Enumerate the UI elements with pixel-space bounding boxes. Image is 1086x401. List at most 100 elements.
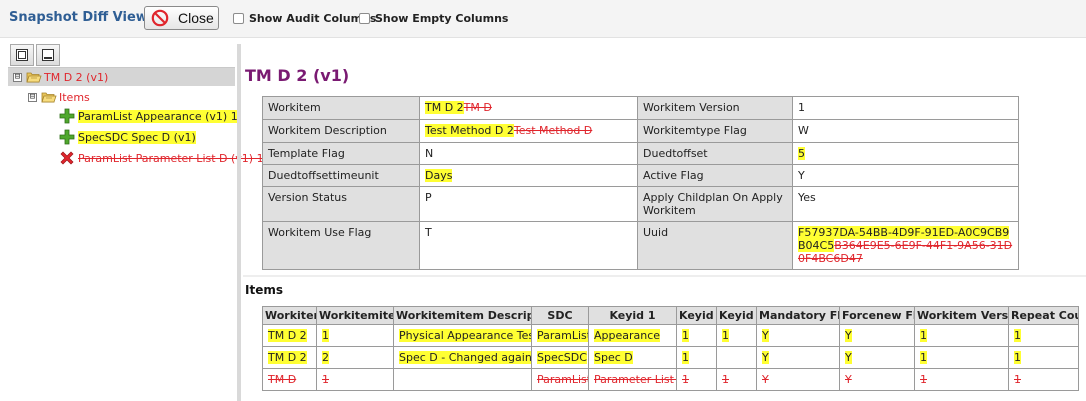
old-value: Test Method D (513, 124, 593, 137)
cell-value: 2 (322, 351, 329, 364)
folder-open-icon (41, 92, 57, 103)
attr-label: Apply Childplan On Apply Workitem (637, 186, 793, 222)
collapse-all-button[interactable] (36, 44, 60, 66)
show-audit-columns-checkbox[interactable]: Show Audit Columns (233, 12, 376, 25)
cell-value: 1 (682, 329, 689, 342)
checkbox-box[interactable] (233, 13, 244, 24)
table-cell: 1 (914, 368, 1009, 391)
cell-value: 1 (682, 373, 689, 386)
cell-value: TM D (268, 373, 297, 386)
tree-leaf-added[interactable]: SpecSDC Spec D (v1) (59, 128, 196, 146)
close-button[interactable]: Close (144, 6, 219, 30)
cell-value: Y (762, 373, 769, 386)
tree-leaf-added[interactable]: ParamList Appearance (v1) 1 (59, 107, 238, 125)
cell-value: Spec D - Changed again (399, 351, 532, 364)
column-header: Keyid 3 (716, 306, 757, 325)
page-title: TM D 2 (v1) (245, 66, 350, 85)
tree-node-items[interactable]: ⊟ Items (28, 88, 90, 106)
plus-icon (59, 108, 75, 124)
attr-label: Workitem (262, 96, 420, 120)
expand-all-button[interactable] (10, 44, 34, 66)
attr-label: Uuid (637, 221, 793, 270)
cell-value: Parameter List D (594, 373, 676, 386)
table-cell: ParamList (531, 368, 589, 391)
table-cell: Y (756, 346, 840, 369)
table-row: TM D 2 1 Physical Appearance Test ParamL… (262, 324, 1079, 347)
cell-value: 1 (920, 351, 927, 364)
table-cell: TM D (262, 368, 317, 391)
attr-value: TM D 2TM D (419, 96, 638, 120)
collapse-toggle-icon[interactable]: ⊟ (28, 92, 37, 102)
table-cell: 1 (914, 346, 1009, 369)
attr-value: W (792, 119, 1019, 143)
column-header: Workitem Version (914, 306, 1009, 325)
table-cell: 1 (914, 324, 1009, 347)
table-cell: Parameter List D (588, 368, 677, 391)
table-cell: 1 (676, 368, 717, 391)
table-cell: 1 (316, 324, 394, 347)
table-cell: Appearance (588, 324, 677, 347)
cell-value: 1 (1014, 351, 1021, 364)
plus-icon (59, 129, 75, 145)
section-divider (243, 275, 1086, 277)
table-cell: ParamList (531, 324, 589, 347)
tree-root-label: TM D 2 (v1) (44, 70, 109, 84)
attr-value: 5 (792, 142, 1019, 165)
cell-value: Y (845, 351, 852, 364)
table-cell (716, 346, 757, 369)
splitter[interactable] (237, 44, 241, 401)
items-table: Workitem Workitemitem Workitemitem Descr… (262, 306, 1079, 391)
tree-root-node[interactable]: ⊟ TM D 2 (v1) (8, 68, 235, 86)
cell-value: Spec D (594, 351, 633, 364)
table-cell: 1 (316, 368, 394, 391)
tree-leaf-deleted[interactable]: ParamList Parameter List D (v1) 1 (59, 149, 264, 167)
column-header: Workitemitem Description (393, 306, 532, 325)
close-button-label: Close (178, 10, 214, 26)
attr-value: Days (419, 164, 638, 187)
table-cell: Spec D (588, 346, 677, 369)
cell-value: Physical Appearance Test (399, 329, 531, 342)
table-row: TM D 2 2 Spec D - Changed again SpecSDC … (262, 346, 1079, 369)
table-cell: Y (756, 368, 840, 391)
show-audit-columns-label: Show Audit Columns (249, 12, 377, 25)
folder-open-icon (26, 72, 42, 83)
prohibited-icon (151, 9, 169, 27)
collapse-toggle-icon[interactable]: ⊟ (13, 72, 22, 82)
column-header: Keyid 2 (676, 306, 717, 325)
attr-label: Template Flag (262, 142, 420, 165)
minimize-window-icon (42, 49, 54, 61)
table-cell: Y (839, 368, 915, 391)
attr-value: N (419, 142, 638, 165)
table-cell: 2 (316, 346, 394, 369)
column-header: SDC (531, 306, 589, 325)
show-empty-columns-label: Show Empty Columns (375, 12, 509, 25)
attributes-table: Workitem TM D 2TM D Workitem Version 1 W… (262, 96, 1019, 270)
cell-value: 1 (322, 373, 329, 386)
cell-value: Appearance (594, 329, 661, 342)
table-cell: Spec D - Changed again (393, 346, 532, 369)
cell-value: 1 (722, 329, 729, 342)
new-value: 5 (798, 147, 805, 160)
cell-value: Y (845, 373, 852, 386)
table-cell: 1 (716, 324, 757, 347)
checkbox-box[interactable] (359, 13, 370, 24)
table-cell (393, 368, 532, 391)
attr-value: T (419, 221, 638, 270)
show-empty-columns-checkbox[interactable]: Show Empty Columns (359, 12, 508, 25)
table-cell: 1 (676, 346, 717, 369)
table-cell: 1 (676, 324, 717, 347)
window-icon (16, 49, 28, 61)
attr-label: Workitem Description (262, 119, 420, 143)
attr-label: Workitem Use Flag (262, 221, 420, 270)
cell-value: 1 (1014, 373, 1021, 386)
table-cell: 1 (716, 368, 757, 391)
attr-label: Duedtoffsettimeunit (262, 164, 420, 187)
column-header: Workitemitem (316, 306, 394, 325)
attr-label: Version Status (262, 186, 420, 222)
new-value: Days (425, 169, 453, 182)
tree-node-items-label: Items (59, 90, 90, 104)
table-row: TM D 1 ParamList Parameter List D 1 1 Y … (262, 368, 1079, 391)
old-value: TM D (463, 101, 492, 114)
tree-leaf-label: ParamList Parameter List D (v1) 1 (78, 151, 264, 165)
table-cell: Y (756, 324, 840, 347)
